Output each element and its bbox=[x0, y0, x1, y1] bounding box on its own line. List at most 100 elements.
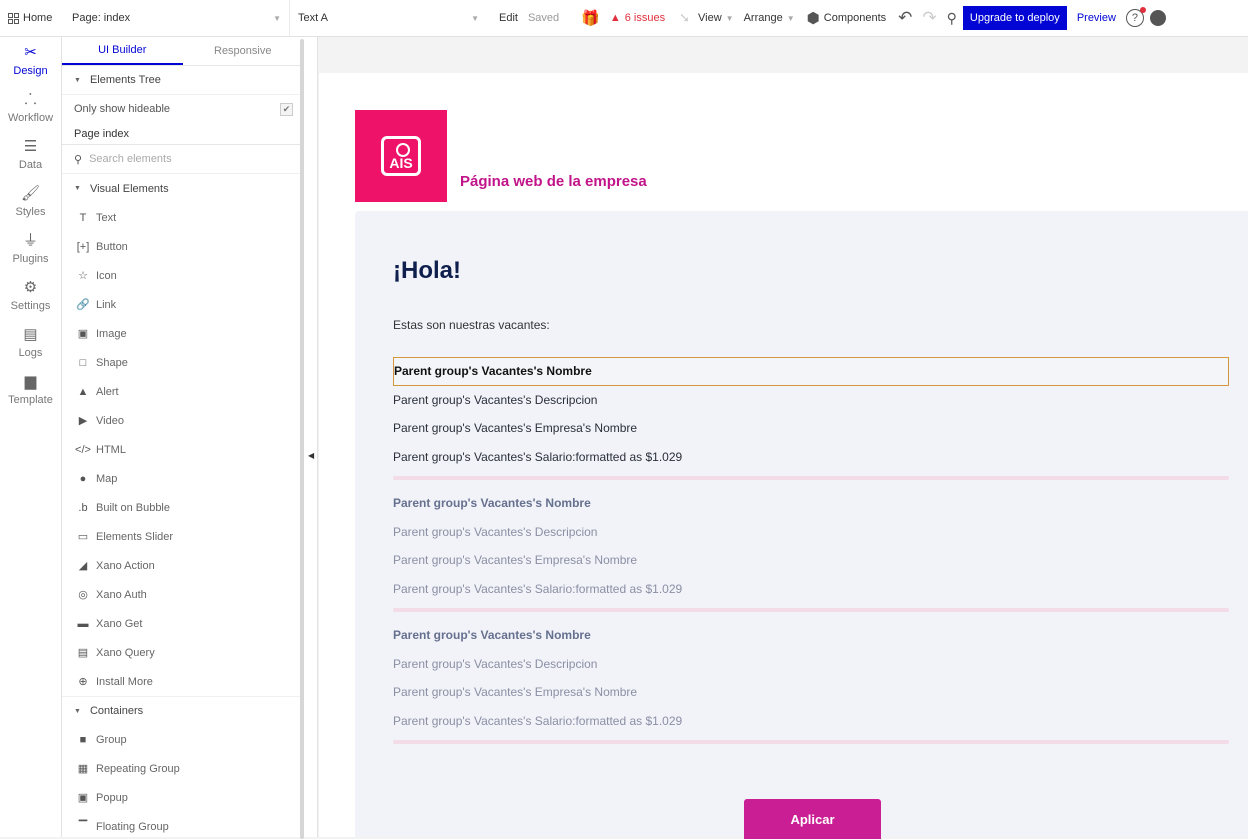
element-elements-slider[interactable]: ▭ Elements Slider bbox=[62, 522, 303, 551]
element-label: Xano Get bbox=[96, 617, 143, 630]
preview-button[interactable]: Preview bbox=[1077, 0, 1116, 36]
code-icon: </> bbox=[75, 443, 91, 456]
element-map[interactable]: ● Map bbox=[62, 464, 303, 493]
element-video[interactable]: ▶ Video bbox=[62, 406, 303, 435]
vacancy-name[interactable]: Parent group's Vacantes's Nombre bbox=[393, 489, 1229, 518]
element-xano-action[interactable]: ◢ Xano Action bbox=[62, 551, 303, 580]
vacancy-name[interactable]: Parent group's Vacantes's Nombre bbox=[393, 621, 1229, 650]
vacancy-description[interactable]: Parent group's Vacantes's Descripcion bbox=[393, 650, 1229, 679]
slider-icon: ▭ bbox=[77, 531, 89, 543]
only-hideable-row: Only show hideable ✔ bbox=[62, 95, 303, 123]
vacancy-name[interactable]: Parent group's Vacantes's Nombre bbox=[393, 357, 1229, 386]
search-icon[interactable]: ⚲ bbox=[947, 0, 957, 36]
alert-icon: ▲ bbox=[77, 385, 89, 398]
chevron-down-icon: ▼ bbox=[725, 13, 734, 23]
tab-responsive[interactable]: Responsive bbox=[183, 37, 304, 65]
rail-item-plugins[interactable]: ⏚ Plugins bbox=[0, 225, 61, 272]
element-xano-query[interactable]: ▤ Xano Query bbox=[62, 638, 303, 667]
arrange-label: Arrange bbox=[743, 12, 783, 24]
site-title[interactable]: Página web de la empresa bbox=[460, 173, 647, 190]
element-selector[interactable]: Text A ▼ bbox=[290, 0, 485, 36]
group-icon: ■ bbox=[79, 733, 87, 746]
vacancy-salary[interactable]: Parent group's Vacantes's Salario:format… bbox=[393, 443, 1229, 472]
element-popup[interactable]: ▣ Popup bbox=[62, 783, 303, 812]
element-html[interactable]: </> HTML bbox=[62, 435, 303, 464]
element-label: Alert bbox=[96, 385, 119, 398]
rail-item-logs[interactable]: ▤ Logs bbox=[0, 319, 61, 366]
element-install-more[interactable]: ⊕ Install More bbox=[62, 667, 303, 696]
home-button[interactable]: Home bbox=[0, 0, 72, 36]
element-built-on-bubble[interactable]: .b Built on Bubble bbox=[62, 493, 303, 522]
vacancy-salary[interactable]: Parent group's Vacantes's Salario:format… bbox=[393, 575, 1229, 604]
elements-tree-toggle[interactable]: ▼ Elements Tree bbox=[62, 66, 303, 95]
upgrade-button[interactable]: Upgrade to deploy bbox=[962, 6, 1067, 30]
cube-icon: ⬢ bbox=[806, 10, 820, 27]
panel-collapse-handle[interactable]: ◀ bbox=[304, 37, 318, 837]
gear-icon: ⚙ bbox=[23, 278, 38, 296]
arrange-menu[interactable]: Arrange ▼ bbox=[744, 0, 795, 36]
view-label: View bbox=[698, 12, 722, 24]
view-menu[interactable]: View ▼ bbox=[698, 0, 734, 36]
element-xano-auth[interactable]: ◎ Xano Auth bbox=[62, 580, 303, 609]
components-button[interactable]: Components bbox=[824, 0, 886, 36]
main-group[interactable]: ¡Hola! Estas son nuestras vacantes: Pare… bbox=[355, 211, 1248, 839]
repeating-group-cell[interactable]: Parent group's Vacantes's Nombre Parent … bbox=[393, 489, 1229, 612]
element-group[interactable]: ■ Group bbox=[62, 725, 303, 754]
vacancy-company[interactable]: Parent group's Vacantes's Empresa's Nomb… bbox=[393, 678, 1229, 707]
repeating-group-cell[interactable]: Parent group's Vacantes's Nombre Parent … bbox=[393, 621, 1229, 744]
account-icon[interactable] bbox=[1149, 10, 1166, 26]
element-floating-group[interactable]: ▔ Floating Group bbox=[62, 812, 303, 837]
issues-button[interactable]: ▲ 6 issues bbox=[610, 0, 665, 36]
cursor-icon[interactable]: ➘ bbox=[679, 0, 690, 36]
element-repeating-group[interactable]: ▦ Repeating Group bbox=[62, 754, 303, 783]
ui-builder-panel: UI Builder Responsive ▼ Elements Tree On… bbox=[62, 37, 304, 837]
only-hideable-checkbox[interactable]: ✔ bbox=[280, 102, 293, 116]
tree-item-page-index[interactable]: Page index bbox=[62, 123, 303, 145]
edit-menu[interactable]: Edit bbox=[499, 0, 518, 36]
rail-label: Styles bbox=[15, 205, 46, 218]
panel-tabs: UI Builder Responsive bbox=[62, 37, 303, 66]
element-xano-get[interactable]: ▬ Xano Get bbox=[62, 609, 303, 638]
undo-icon[interactable]: ↶ bbox=[898, 0, 912, 36]
apply-button[interactable]: Aplicar bbox=[744, 799, 881, 839]
help-icon[interactable]: ? bbox=[1125, 7, 1146, 27]
visual-elements-toggle[interactable]: ▼ Visual Elements bbox=[62, 174, 303, 203]
rail-item-settings[interactable]: ⚙ Settings bbox=[0, 272, 61, 319]
element-alert[interactable]: ▲ Alert bbox=[62, 377, 303, 406]
element-button[interactable]: [+] Button bbox=[62, 232, 303, 261]
template-icon: ▆ bbox=[24, 372, 37, 390]
gift-icon[interactable]: 🎁 bbox=[581, 0, 600, 36]
search-elements-row[interactable]: ⚲ Search elements bbox=[62, 145, 303, 174]
search-elements-input[interactable]: Search elements bbox=[89, 153, 172, 165]
vacancy-company[interactable]: Parent group's Vacantes's Empresa's Nomb… bbox=[393, 546, 1229, 575]
rail-item-design[interactable]: ✂ Design bbox=[0, 37, 61, 84]
rail-label: Settings bbox=[10, 299, 51, 312]
saved-status: Saved bbox=[527, 12, 560, 24]
page-index[interactable]: AIS Página web de la empresa ¡Hola! Esta… bbox=[319, 73, 1248, 839]
vacancy-description[interactable]: Parent group's Vacantes's Descripcion bbox=[393, 386, 1229, 415]
element-link[interactable]: 🔗 Link bbox=[62, 290, 303, 319]
company-logo[interactable]: AIS bbox=[355, 110, 447, 202]
element-label: Repeating Group bbox=[96, 762, 180, 775]
rail-item-styles[interactable]: 🖌 Styles bbox=[0, 178, 61, 225]
tab-ui-builder[interactable]: UI Builder bbox=[62, 37, 183, 65]
redo-icon[interactable]: ↷ bbox=[922, 0, 936, 36]
rail-item-template[interactable]: ▆ Template bbox=[0, 366, 61, 413]
elements-tree-label: Elements Tree bbox=[89, 74, 161, 86]
page-selector[interactable]: Page: index ▼ bbox=[72, 0, 290, 36]
rail-item-data[interactable]: ☰ Data bbox=[0, 131, 61, 178]
rail-item-workflow[interactable]: ⸫ Workflow bbox=[0, 84, 61, 131]
vacancy-company[interactable]: Parent group's Vacantes's Empresa's Nomb… bbox=[393, 414, 1229, 443]
containers-toggle[interactable]: ▼ Containers bbox=[62, 696, 303, 725]
element-label: Install More bbox=[96, 675, 153, 688]
element-text[interactable]: T Text bbox=[62, 203, 303, 232]
greeting-heading[interactable]: ¡Hola! bbox=[393, 257, 461, 285]
list-icon: ▤ bbox=[77, 647, 89, 659]
repeating-group-cell[interactable]: Parent group's Vacantes's Nombre Parent … bbox=[393, 357, 1229, 480]
element-icon[interactable]: ☆ Icon bbox=[62, 261, 303, 290]
vacancy-description[interactable]: Parent group's Vacantes's Descripcion bbox=[393, 518, 1229, 547]
element-shape[interactable]: □ Shape bbox=[62, 348, 303, 377]
element-image[interactable]: ▣ Image bbox=[62, 319, 303, 348]
vacancy-salary[interactable]: Parent group's Vacantes's Salario:format… bbox=[393, 707, 1229, 736]
intro-text[interactable]: Estas son nuestras vacantes: bbox=[393, 318, 550, 332]
